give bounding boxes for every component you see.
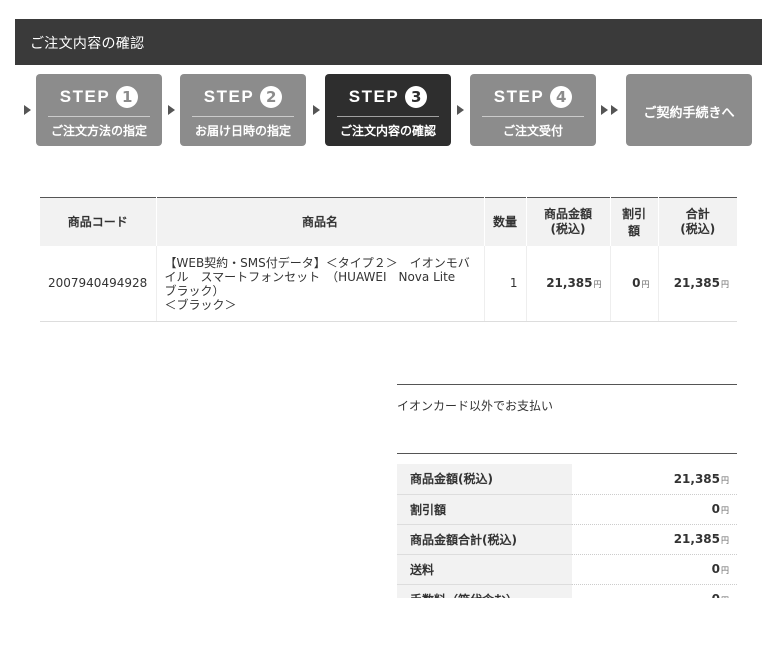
discount-value: 0	[632, 276, 641, 291]
summary-row: 商品金額(税込) 21,385円	[397, 464, 737, 495]
step-arrow-icon	[313, 105, 320, 115]
column-header-code: 商品コード	[40, 197, 156, 246]
summary-label: 手数料（箱代含む）	[397, 584, 572, 598]
yen-unit: 円	[721, 475, 729, 485]
yen-unit: 円	[721, 596, 729, 598]
yen-unit: 円	[721, 566, 729, 575]
summary-value: 0	[712, 592, 720, 598]
summary-value-cell: 0円	[572, 494, 737, 525]
step-arrow-icon	[457, 105, 464, 115]
step-divider	[337, 116, 439, 117]
table-row: 2007940494928 【WEB契約・SMS付データ】＜タイプ２＞ イオンモ…	[40, 245, 737, 322]
step-word: STEP	[203, 87, 255, 106]
step-3-current: STEP 3 ご注文内容の確認	[325, 74, 451, 146]
step-number-badge: 1	[116, 86, 139, 108]
step-label: ご注文内容の確認	[339, 124, 436, 138]
step-divider	[48, 116, 150, 117]
summary-row: 商品金額合計(税込) 21,385円	[397, 524, 737, 555]
step-word: STEP	[348, 87, 400, 106]
step-divider	[192, 116, 294, 117]
order-summary: 商品金額(税込) 21,385円 割引額 0円 商品金額合計(税込) 21,38…	[397, 464, 737, 598]
summary-table: 商品金額(税込) 21,385円 割引額 0円 商品金額合計(税込) 21,38…	[397, 464, 737, 598]
payment-method-text: イオンカード以外でお支払い	[397, 399, 554, 413]
summary-value: 21,385	[673, 532, 720, 546]
column-header-discount: 割引額	[609, 197, 658, 246]
divider	[397, 384, 737, 385]
yen-unit: 円	[593, 280, 602, 290]
step-indicator: STEP 1 ご注文方法の指定 STEP 2 お届け日時の指定 STEP 3 ご…	[0, 74, 780, 146]
product-table: 商品コード 商品名 数量 商品金額 (税込) 割引額 合計 (税込) 20079…	[40, 197, 737, 322]
total-value: 21,385	[673, 276, 720, 291]
summary-label: 送料	[397, 554, 572, 585]
step-arrow-icon	[611, 105, 618, 115]
summary-label: 商品金額(税込)	[397, 464, 572, 495]
summary-value-cell: 0円	[572, 584, 737, 598]
column-header-name: 商品名	[155, 197, 484, 246]
price-cell: 21,385円	[525, 245, 610, 322]
product-name-cell: 【WEB契約・SMS付データ】＜タイプ２＞ イオンモバイル スマートフォンセット…	[155, 245, 484, 322]
yen-unit: 円	[721, 506, 729, 515]
total-cell: 21,385円	[657, 245, 737, 322]
summary-value-cell: 21,385円	[572, 464, 737, 495]
step-arrow-icon	[24, 105, 31, 115]
summary-value: 0	[711, 502, 720, 516]
step-final-label: ご契約手続きへ	[643, 106, 735, 121]
yen-unit: 円	[721, 280, 729, 290]
step-word: STEP	[59, 87, 111, 106]
summary-row: 手数料（箱代含む） 0円	[397, 584, 737, 598]
column-header-qty: 数量	[483, 197, 526, 246]
step-label: お届け日時の指定	[194, 124, 291, 138]
page-header: ご注文内容の確認	[15, 19, 762, 65]
divider	[397, 453, 737, 454]
table-header-row: 商品コード 商品名 数量 商品金額 (税込) 割引額 合計 (税込)	[40, 197, 737, 246]
summary-value-cell: 21,385円	[572, 524, 737, 555]
step-label: ご注文受付	[502, 124, 563, 138]
summary-value: 21,385	[673, 471, 720, 486]
summary-value: 0	[711, 562, 720, 576]
step-final-contract: ご契約手続きへ	[626, 74, 752, 146]
step-number-badge: 3	[405, 86, 428, 108]
column-header-price: 商品金額 (税込)	[525, 197, 610, 246]
price-value: 21,385	[546, 276, 593, 291]
yen-unit: 円	[721, 536, 729, 545]
summary-row: 送料 0円	[397, 554, 737, 585]
step-number-badge: 2	[260, 86, 283, 108]
step-4: STEP 4 ご注文受付	[470, 74, 596, 146]
discount-cell: 0円	[609, 245, 658, 322]
step-2: STEP 2 お届け日時の指定	[180, 74, 306, 146]
summary-value-cell: 0円	[572, 554, 737, 585]
summary-label: 商品金額合計(税込)	[397, 524, 572, 555]
step-number-badge: 4	[550, 86, 573, 108]
page-title: ご注文内容の確認	[30, 36, 145, 52]
summary-row: 割引額 0円	[397, 494, 737, 525]
step-word: STEP	[493, 87, 545, 106]
summary-label: 割引額	[397, 494, 572, 525]
step-arrow-icon	[601, 105, 608, 115]
quantity-cell: 1	[483, 245, 526, 322]
step-label: ご注文方法の指定	[50, 124, 147, 138]
step-arrow-icon	[168, 105, 175, 115]
step-1: STEP 1 ご注文方法の指定	[36, 74, 162, 146]
step-divider	[482, 116, 584, 117]
yen-unit: 円	[641, 280, 650, 290]
product-code-cell: 2007940494928	[40, 245, 156, 322]
column-header-total: 合計 (税込)	[657, 197, 737, 246]
